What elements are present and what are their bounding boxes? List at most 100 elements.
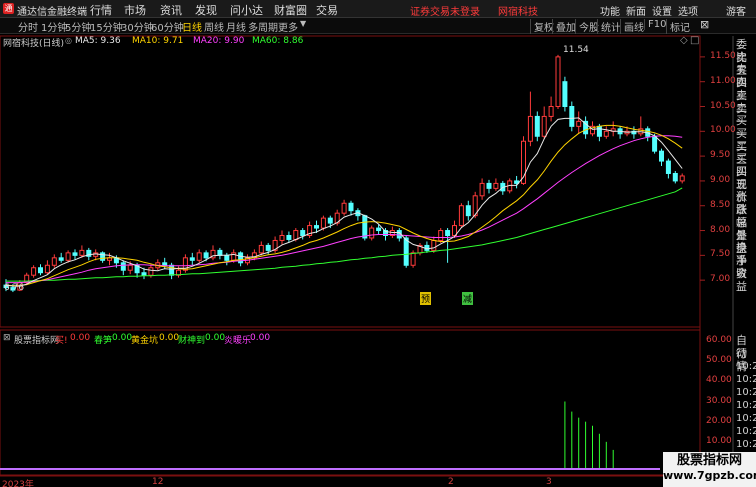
- candle-body: [576, 120, 582, 127]
- indicator-buy-value: 0.00: [70, 333, 91, 343]
- indicator-tick-label: 40.00: [706, 375, 732, 386]
- date-label-feb: 2: [448, 477, 454, 487]
- ma5-value: MA5: 9.36: [75, 36, 121, 46]
- sidebar-tick-time: 10:27: [736, 374, 756, 385]
- price-tick-label: 11.50: [710, 50, 736, 61]
- candle-body: [527, 115, 533, 142]
- indicator-buy-label: 买!: [55, 336, 68, 346]
- high-price-label: 11.54: [563, 45, 589, 55]
- price-tick-label: 9.00: [710, 174, 731, 185]
- price-tick-label: 10.50: [710, 100, 736, 111]
- sidebar-tick-time: 10:27: [736, 387, 756, 398]
- price-tick-label: 7.00: [710, 274, 731, 285]
- date-label-year: 2023年: [2, 480, 34, 487]
- panel-settings-icon[interactable]: ◇: [680, 35, 688, 46]
- ma10-value: MA10: 9.71: [132, 36, 184, 46]
- candle-body: [286, 235, 292, 240]
- candle-body: [224, 254, 230, 261]
- candle-body: [314, 225, 319, 229]
- sidebar-tick-time: 10:27: [736, 413, 756, 424]
- price-tick-label: 8.50: [710, 199, 731, 210]
- watermark-url: www.7gpzb.com: [663, 469, 756, 482]
- indicator-warm-value: 0.00: [250, 333, 271, 343]
- price-tick-label: 8.00: [710, 224, 731, 235]
- candle-body: [410, 252, 416, 266]
- panel-maximize-icon[interactable]: □: [690, 35, 699, 46]
- candle-body: [293, 230, 299, 240]
- candle-body: [652, 135, 658, 152]
- indicator-tick-label: 20.00: [706, 415, 732, 426]
- indicator-goldpit-label: 黄金坑: [131, 336, 159, 346]
- kline-chart[interactable]: [0, 0, 756, 487]
- candle-body: [51, 257, 57, 266]
- price-panel-frame: [0, 35, 701, 328]
- candle-body: [189, 257, 195, 261]
- candle-body: [100, 252, 106, 261]
- forecast-mark: 预: [420, 292, 432, 305]
- indicator-name[interactable]: 股票指标网: [14, 333, 59, 346]
- candle-body: [348, 202, 354, 212]
- candle-body: [120, 262, 126, 271]
- candle-body: [148, 267, 154, 276]
- candle-body: [65, 252, 71, 261]
- candle-body: [300, 230, 306, 237]
- candle-body: [196, 252, 202, 261]
- candle-body: [376, 227, 382, 232]
- price-tick-label: 7.50: [710, 249, 731, 260]
- reduce-mark: 减: [462, 292, 474, 305]
- indicator-tick-label: 60.00: [706, 335, 732, 345]
- sidebar-tick-time: 10:27: [736, 400, 756, 411]
- candle-body: [127, 264, 133, 271]
- candle-body: [58, 257, 64, 261]
- candle-body: [438, 230, 444, 241]
- price-tick-label: 10.00: [710, 125, 736, 136]
- sidebar-tick-time: 10:27: [736, 439, 756, 450]
- candle-body: [141, 272, 147, 276]
- candle-body: [279, 235, 285, 241]
- low-price-label: 6.76: [4, 283, 25, 293]
- candle-body: [341, 202, 347, 214]
- candle-body: [541, 115, 547, 137]
- sidebar-field-label: 收益: [736, 266, 747, 293]
- sidebar-tick-time: 10:27: [736, 426, 756, 437]
- indicator-baseline: [0, 468, 660, 470]
- price-tick-label: 9.50: [710, 150, 731, 161]
- candle-body: [534, 115, 540, 137]
- sidebar-tick-time: 10:27: [736, 361, 756, 372]
- candle-body: [665, 160, 671, 174]
- candle-body: [465, 205, 471, 217]
- candle-body: [362, 215, 368, 239]
- site-watermark: 股票指标网 www.7gpzb.com: [663, 452, 756, 487]
- indicator-panel-frame: [0, 329, 701, 476]
- date-label-mar: 3: [546, 477, 552, 487]
- candle-body: [265, 244, 271, 251]
- ma60-value: MA60: 8.86: [252, 36, 304, 46]
- candle-body: [486, 182, 492, 189]
- indicator-fortune-label: 财神到: [178, 336, 206, 346]
- candle-body: [562, 81, 568, 107]
- candle-body: [327, 217, 333, 224]
- indicator-tick-label: 30.00: [706, 395, 732, 406]
- candle-body: [479, 182, 485, 197]
- indicator-fortune-value: 0.00: [205, 333, 226, 343]
- candle-body: [458, 205, 464, 227]
- candle-body: [596, 125, 602, 137]
- ma20-value: MA20: 9.90: [193, 36, 245, 46]
- price-tick-label: 11.00: [710, 75, 736, 86]
- candle-body: [555, 56, 561, 107]
- candle-body: [603, 130, 609, 137]
- stock-title: 网宿科技(日线): [3, 39, 65, 49]
- candle-body: [320, 217, 326, 229]
- candle-body: [31, 267, 37, 276]
- candle-body: [258, 244, 264, 254]
- candle-body: [369, 227, 375, 239]
- indicator-warm-label: 炎暖乐: [224, 336, 252, 346]
- candle-body: [403, 237, 409, 266]
- candle-body: [44, 264, 50, 274]
- candle-body: [169, 264, 175, 276]
- indicator-bamboo-label: 春笋: [94, 336, 113, 346]
- indicator-tick-label: 10.00: [706, 435, 732, 446]
- candle-body: [72, 252, 78, 256]
- indicator-close-icon[interactable]: ⊠: [3, 333, 11, 343]
- candle-body: [162, 262, 168, 266]
